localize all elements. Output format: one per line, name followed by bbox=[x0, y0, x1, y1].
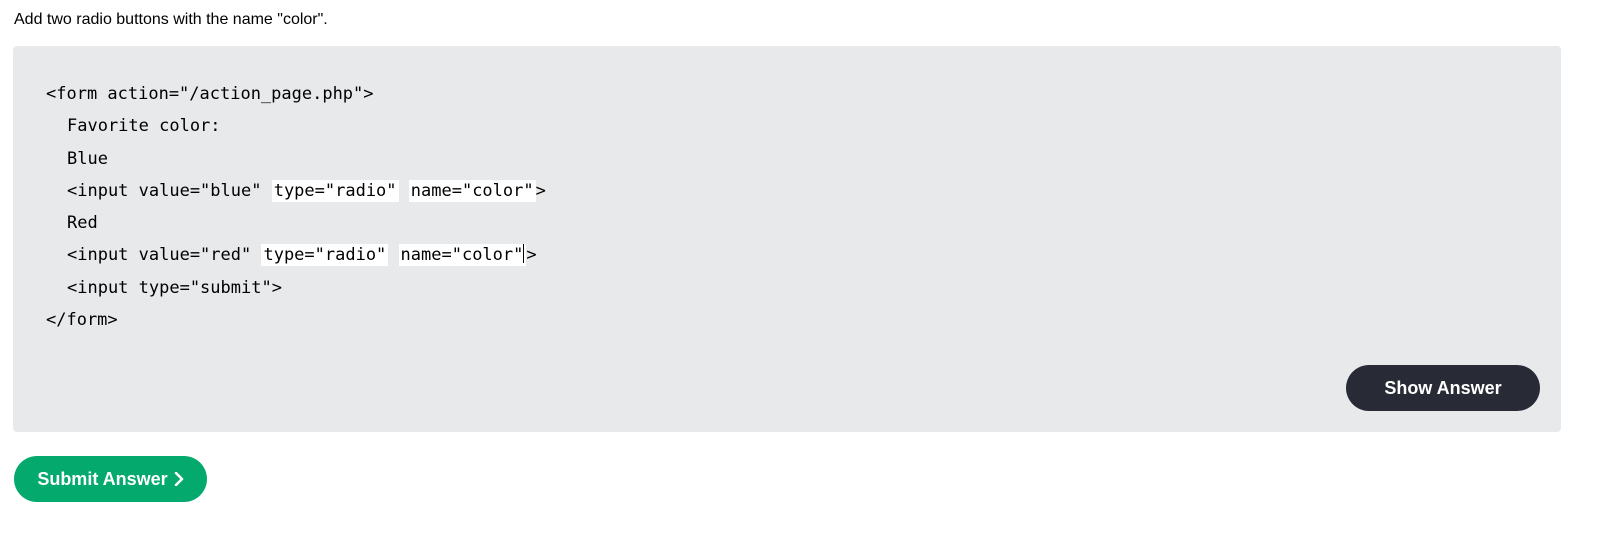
show-answer-button[interactable]: Show Answer bbox=[1346, 365, 1540, 411]
answer-text: name="color" bbox=[400, 245, 524, 266]
code-line-submit-input: <input type="submit"> bbox=[67, 277, 282, 298]
code-text: <input value="red" bbox=[67, 245, 262, 266]
code-text: <input value="blue" bbox=[67, 180, 272, 201]
answer-input-blue-name[interactable]: name="color" bbox=[408, 179, 536, 202]
answer-input-red-name[interactable]: name="color" bbox=[398, 244, 527, 267]
code-block: <form action="/action_page.php"> Favorit… bbox=[46, 78, 546, 336]
code-line-red-input: <input value="red" type="radio" name="co… bbox=[46, 239, 546, 271]
code-line-blue-input: <input value="blue" type="radio" name="c… bbox=[46, 175, 546, 207]
answer-input-blue-type[interactable]: type="radio" bbox=[271, 179, 399, 202]
code-line-blue-label: Blue bbox=[67, 148, 108, 169]
chevron-right-icon bbox=[174, 472, 183, 486]
text-caret bbox=[523, 244, 525, 264]
answer-input-red-type[interactable]: type="radio" bbox=[261, 244, 389, 267]
code-line-favorite-color: Favorite color: bbox=[67, 116, 221, 137]
code-line-form-close: </form> bbox=[46, 310, 118, 331]
code-line-form-open: <form action="/action_page.php"> bbox=[46, 84, 374, 104]
code-line-red-label: Red bbox=[67, 213, 98, 234]
submit-answer-button[interactable]: Submit Answer bbox=[14, 456, 207, 502]
submit-answer-label: Submit Answer bbox=[37, 468, 168, 489]
exercise-instruction: Add two radio buttons with the name "col… bbox=[14, 11, 328, 28]
code-text: > bbox=[535, 180, 546, 201]
code-exercise-box: <form action="/action_page.php"> Favorit… bbox=[13, 46, 1561, 432]
code-text: > bbox=[526, 245, 537, 266]
